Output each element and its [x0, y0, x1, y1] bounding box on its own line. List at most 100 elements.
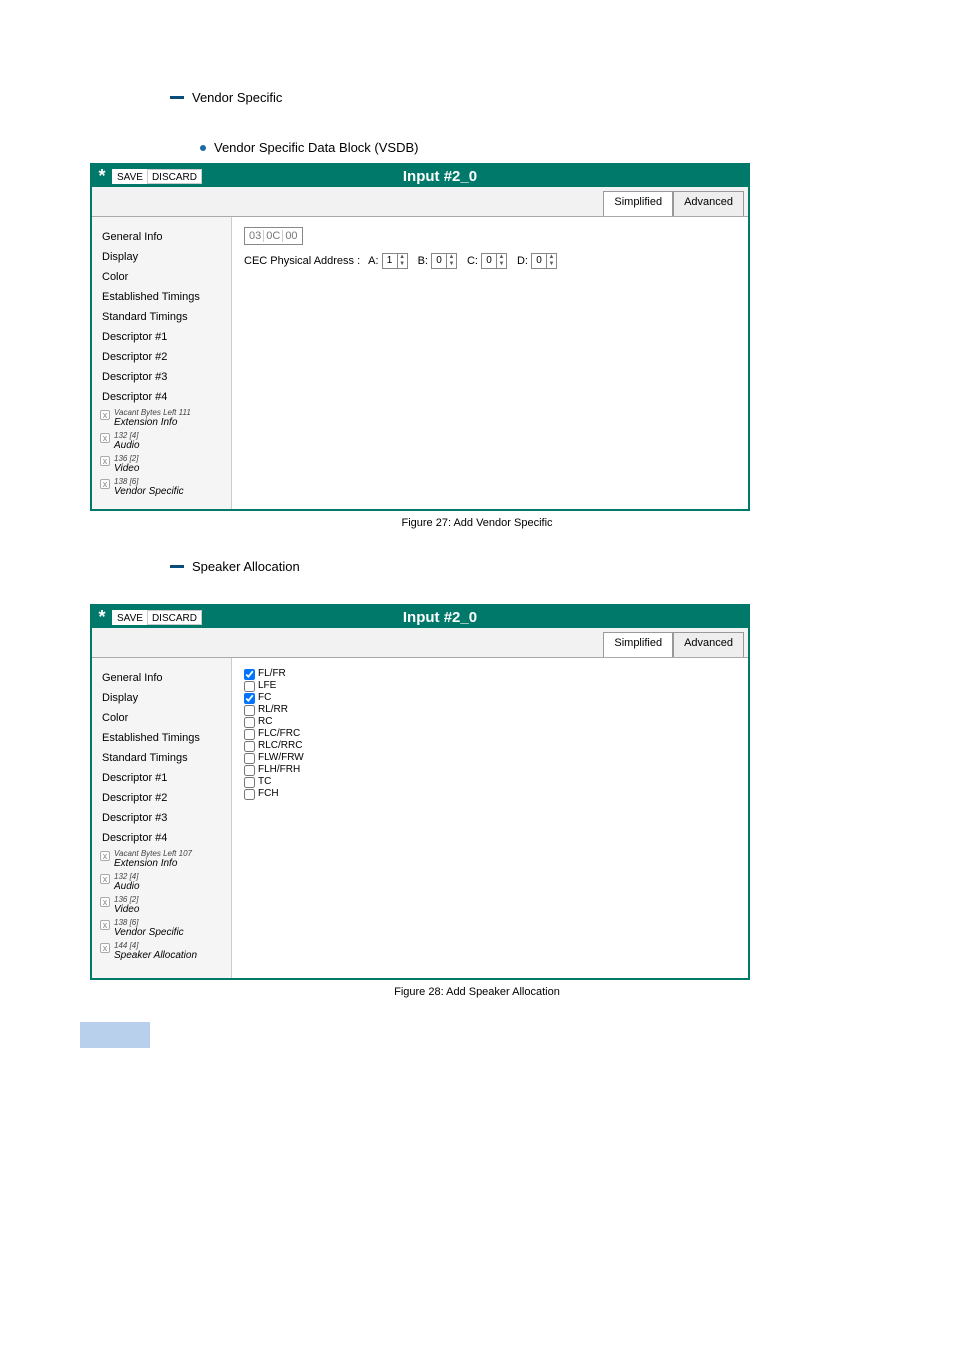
remove-icon[interactable]: x — [100, 874, 110, 884]
remove-icon[interactable]: x — [100, 920, 110, 930]
tab-simplified[interactable]: Simplified — [603, 191, 673, 216]
sidebar-item[interactable]: Descriptor #4 — [98, 387, 227, 407]
page-footer — [80, 998, 874, 1048]
cec-label: CEC Physical Address : — [244, 255, 360, 267]
speaker-checkbox-row[interactable]: FLC/FRC — [244, 728, 736, 740]
sidebar-item[interactable]: Descriptor #3 — [98, 808, 227, 828]
asterisk-icon: * — [92, 607, 112, 627]
chevron-down-icon[interactable]: ▼ — [447, 261, 456, 268]
sidebar-item[interactable]: Descriptor #1 — [98, 768, 227, 788]
speaker-checkbox[interactable] — [244, 777, 255, 788]
speaker-checkbox-row[interactable]: LFE — [244, 680, 736, 692]
discard-button[interactable]: DISCARD — [147, 169, 202, 184]
sidebar-item-ext[interactable]: xVacant Bytes Left 107Extension Info — [98, 848, 227, 871]
sidebar-item[interactable]: Display — [98, 247, 227, 267]
sidebar-item[interactable]: Display — [98, 688, 227, 708]
figure-caption: Figure 27: Add Vendor Specific — [80, 517, 874, 529]
section-heading-speaker: Speaker Allocation — [170, 559, 874, 574]
cec-spinner[interactable]: 1▲▼ — [382, 253, 408, 269]
tab-simplified[interactable]: Simplified — [603, 632, 673, 657]
chevron-up-icon[interactable]: ▲ — [398, 254, 407, 261]
speaker-checkbox[interactable] — [244, 669, 255, 680]
cec-field-label: A: — [368, 255, 378, 267]
heading-text: Speaker Allocation — [192, 559, 300, 574]
remove-icon[interactable]: x — [100, 897, 110, 907]
sidebar-item-ext[interactable]: xVacant Bytes Left 111Extension Info — [98, 407, 227, 430]
speaker-checkbox-row[interactable]: RL/RR — [244, 704, 736, 716]
speaker-checkbox-row[interactable]: TC — [244, 776, 736, 788]
dash-icon — [170, 565, 184, 568]
speaker-checkbox[interactable] — [244, 681, 255, 692]
remove-icon[interactable]: x — [100, 851, 110, 861]
cec-field-label: C: — [467, 255, 478, 267]
speaker-checkbox[interactable] — [244, 765, 255, 776]
remove-icon[interactable]: x — [100, 943, 110, 953]
sidebar-item-ext[interactable]: x132 [4]Audio — [98, 430, 227, 453]
sidebar-item[interactable]: General Info — [98, 227, 227, 247]
sidebar-item-ext[interactable]: x144 [4]Speaker Allocation — [98, 940, 227, 963]
speaker-checkbox-row[interactable]: FC — [244, 692, 736, 704]
speaker-checkbox-row[interactable]: FLW/FRW — [244, 752, 736, 764]
speaker-checkbox[interactable] — [244, 717, 255, 728]
hex-byte: 00 — [283, 230, 299, 242]
cec-field-label: D: — [517, 255, 528, 267]
speaker-label: FCH — [258, 788, 279, 800]
chevron-up-icon[interactable]: ▲ — [547, 254, 556, 261]
chevron-down-icon[interactable]: ▼ — [497, 261, 506, 268]
remove-icon[interactable]: x — [100, 479, 110, 489]
edid-window-vendor: * SAVE DISCARD Input #2_0 Simplified Adv… — [90, 163, 750, 511]
sidebar-item[interactable]: General Info — [98, 668, 227, 688]
sidebar-item[interactable]: Descriptor #3 — [98, 367, 227, 387]
discard-button[interactable]: DISCARD — [147, 610, 202, 625]
figure-caption: Figure 28: Add Speaker Allocation — [80, 986, 874, 998]
sidebar-item[interactable]: Descriptor #4 — [98, 828, 227, 848]
sidebar-item-ext[interactable]: x136 [2]Video — [98, 894, 227, 917]
speaker-checkbox[interactable] — [244, 705, 255, 716]
speaker-checkbox-row[interactable]: RC — [244, 716, 736, 728]
speaker-checkbox-row[interactable]: FCH — [244, 788, 736, 800]
remove-icon[interactable]: x — [100, 433, 110, 443]
sidebar-item-ext[interactable]: x138 [6]Vendor Specific — [98, 917, 227, 940]
speaker-checkbox-row[interactable]: RLC/RRC — [244, 740, 736, 752]
bullet-text: Vendor Specific Data Block (VSDB) — [214, 140, 418, 155]
speaker-checkbox[interactable] — [244, 789, 255, 800]
window-title: Input #2_0 — [202, 168, 678, 185]
sidebar-item-ext[interactable]: x132 [4]Audio — [98, 871, 227, 894]
cec-spinner[interactable]: 0▲▼ — [481, 253, 507, 269]
sidebar-item[interactable]: Descriptor #2 — [98, 347, 227, 367]
tab-advanced[interactable]: Advanced — [673, 191, 744, 216]
sidebar-item[interactable]: Established Timings — [98, 728, 227, 748]
cec-spinner[interactable]: 0▲▼ — [431, 253, 457, 269]
dash-icon — [170, 96, 184, 99]
bullet-row-vendor: Vendor Specific Data Block (VSDB) — [200, 140, 874, 155]
sidebar-item[interactable]: Color — [98, 267, 227, 287]
remove-icon[interactable]: x — [100, 456, 110, 466]
save-button[interactable]: SAVE — [112, 610, 148, 625]
speaker-checkbox[interactable] — [244, 729, 255, 740]
chevron-up-icon[interactable]: ▲ — [497, 254, 506, 261]
sidebar-item-ext[interactable]: x136 [2]Video — [98, 453, 227, 476]
speaker-checkbox-row[interactable]: FLH/FRH — [244, 764, 736, 776]
sidebar-item[interactable]: Standard Timings — [98, 307, 227, 327]
speaker-checkbox[interactable] — [244, 741, 255, 752]
speaker-label: LFE — [258, 680, 276, 692]
tabs-row: Simplified Advanced — [92, 187, 748, 217]
sidebar-item[interactable]: Established Timings — [98, 287, 227, 307]
save-button[interactable]: SAVE — [112, 169, 148, 184]
sidebar-item[interactable]: Color — [98, 708, 227, 728]
tab-advanced[interactable]: Advanced — [673, 632, 744, 657]
speaker-checkbox-row[interactable]: FL/FR — [244, 668, 736, 680]
sidebar-item[interactable]: Descriptor #2 — [98, 788, 227, 808]
sidebar-item-ext[interactable]: x138 [6]Vendor Specific — [98, 476, 227, 499]
sidebar-item[interactable]: Standard Timings — [98, 748, 227, 768]
sidebar-item[interactable]: Descriptor #1 — [98, 327, 227, 347]
remove-icon[interactable]: x — [100, 410, 110, 420]
speaker-checkbox[interactable] — [244, 693, 255, 704]
chevron-down-icon[interactable]: ▼ — [398, 261, 407, 268]
hex-byte: 03 — [247, 230, 264, 242]
speaker-checkbox[interactable] — [244, 753, 255, 764]
cec-spinner[interactable]: 0▲▼ — [531, 253, 557, 269]
window-title: Input #2_0 — [202, 609, 678, 626]
chevron-down-icon[interactable]: ▼ — [547, 261, 556, 268]
chevron-up-icon[interactable]: ▲ — [447, 254, 456, 261]
